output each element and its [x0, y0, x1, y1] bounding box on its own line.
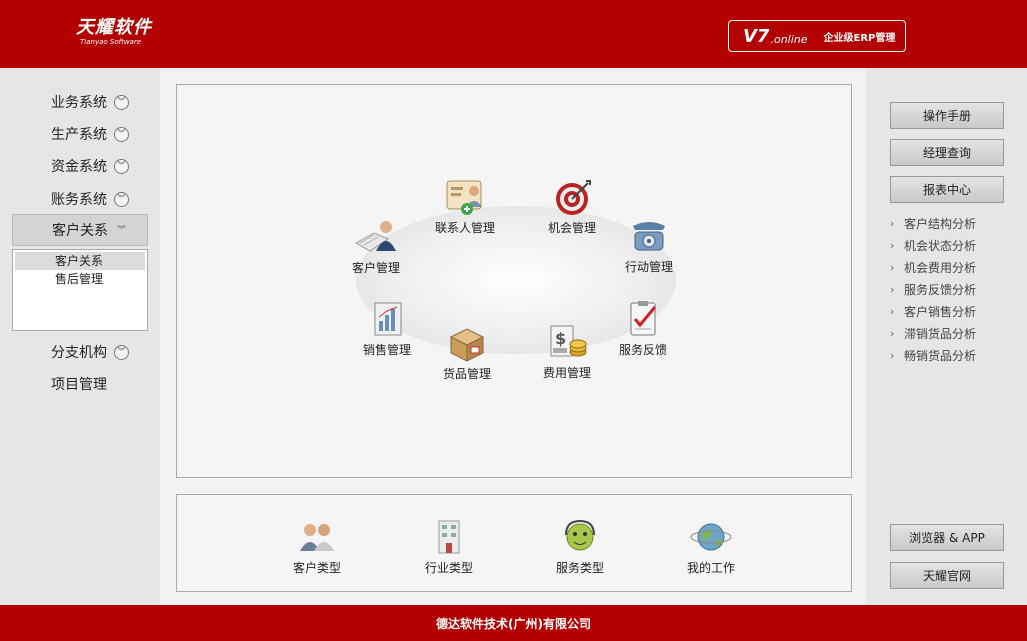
report-link-label: 畅销货品分析 [904, 349, 977, 363]
module-label: 销售管理 [363, 343, 412, 357]
right-sidebar: 操作手册 经理查询 报表中心 › 客户结构分析 › 机会状态分析 › 机会费用分… [866, 68, 1027, 605]
nav-item-production[interactable]: 生产系统 ︾ [12, 119, 148, 149]
module-sales[interactable]: 销售管理 [363, 299, 411, 358]
crm-submenu: 客户关系 售后管理 [12, 249, 148, 331]
module-customer-types[interactable]: 客户类型 [293, 517, 341, 576]
chevron-right-icon: › [890, 239, 895, 252]
chevron-right-icon: › [890, 327, 895, 340]
module-opportunities[interactable]: 机会管理 [548, 177, 596, 236]
module-label: 机会管理 [548, 221, 597, 235]
customer-icon [354, 221, 396, 252]
module-actions[interactable]: 行动管理 [625, 216, 673, 275]
report-link-customer-sales[interactable]: › 客户销售分析 [890, 303, 976, 320]
module-expenses[interactable]: $ 费用管理 [543, 322, 591, 381]
chevron-down-icon: ︾ [114, 158, 129, 174]
target-icon [556, 180, 591, 215]
nav-item-branches[interactable]: 分支机构 ︾ [12, 337, 148, 367]
nav-item-label: 业务系统 [51, 95, 107, 111]
nav-item-business[interactable]: 业务系统 ︾ [12, 87, 148, 117]
report-link-label: 滞销货品分析 [904, 327, 977, 341]
chevron-down-icon: ︾ [114, 191, 129, 207]
nav-item-projects[interactable]: 项目管理 [12, 369, 148, 399]
telephone-icon [633, 222, 665, 251]
module-workspace: 联系人管理 机会管理 客户管理 行动管理 销售管理 服务反馈 货品管理 $ 费用… [176, 84, 852, 478]
edition-label: 企业级ERP管理 [823, 32, 896, 44]
chevron-down-icon: ︾ [114, 126, 129, 142]
module-label: 我的工作 [687, 561, 736, 575]
app-header: 天耀软件 Tianyao Software V7 .online 企业级ERP管… [0, 0, 1027, 68]
contact-card-icon [446, 180, 482, 215]
module-label: 服务类型 [556, 561, 605, 575]
module-industry-types[interactable]: 行业类型 [425, 517, 473, 576]
report-link-opportunity-status[interactable]: › 机会状态分析 [890, 237, 976, 254]
nav-item-label: 客户关系 [52, 223, 108, 239]
footer-bar: 德达软件技术(广州)有限公司 [0, 605, 1027, 641]
manager-query-button[interactable]: 经理查询 [890, 139, 1004, 166]
money-coins-icon: $ [550, 325, 587, 357]
chevron-right-icon: › [890, 283, 895, 296]
report-link-label: 服务反馈分析 [904, 283, 977, 297]
chevron-up-icon: ︾ [117, 225, 126, 234]
module-service-types[interactable]: 服务类型 [556, 517, 604, 576]
module-label: 行动管理 [625, 260, 674, 274]
chevron-right-icon: › [890, 349, 895, 362]
report-link-best-selling-goods[interactable]: › 畅销货品分析 [890, 347, 976, 364]
version-badge: V7 .online 企业级ERP管理 [728, 20, 906, 52]
module-customers[interactable]: 客户管理 [352, 217, 400, 276]
module-label: 联系人管理 [435, 221, 496, 235]
logo-chinese-name: 天耀软件 [76, 17, 152, 38]
nav-item-label: 账务系统 [51, 192, 107, 208]
nav-item-funds[interactable]: 资金系统 ︾ [12, 151, 148, 181]
quick-links-panel: 客户类型 行业类型 服务类型 我的工作 [176, 494, 852, 592]
people-icon [300, 524, 334, 551]
operation-manual-button[interactable]: 操作手册 [890, 102, 1004, 129]
report-link-label: 客户销售分析 [904, 305, 977, 319]
report-link-customer-structure[interactable]: › 客户结构分析 [890, 215, 976, 232]
module-label: 行业类型 [425, 561, 474, 575]
module-label: 费用管理 [543, 366, 592, 380]
report-center-button[interactable]: 报表中心 [890, 176, 1004, 203]
module-my-work[interactable]: 我的工作 [687, 517, 735, 576]
clipboard-check-icon [630, 301, 657, 336]
sales-chart-icon [374, 302, 402, 336]
report-link-label: 机会状态分析 [904, 239, 977, 253]
nav-item-label: 分支机构 [51, 345, 107, 361]
module-label: 客户管理 [352, 261, 401, 275]
submenu-item-crm[interactable]: 客户关系 [15, 252, 145, 270]
browser-app-button[interactable]: 浏览器 & APP [890, 524, 1004, 551]
module-label: 客户类型 [293, 561, 342, 575]
report-link-label: 客户结构分析 [904, 217, 977, 231]
service-icon [565, 519, 595, 551]
logo-english-name: Tianyao Software [80, 38, 142, 46]
nav-item-crm[interactable]: 客户关系 ︾ [12, 214, 148, 246]
version-number: V7 [743, 25, 770, 47]
nav-item-label: 生产系统 [51, 127, 107, 143]
official-site-button[interactable]: 天耀官网 [890, 562, 1004, 589]
version-suffix: .online [770, 32, 808, 46]
goods-box-icon [449, 328, 485, 362]
chevron-right-icon: › [890, 261, 895, 274]
nav-item-label: 资金系统 [51, 159, 107, 175]
chevron-right-icon: › [890, 305, 895, 318]
module-label: 服务反馈 [619, 343, 668, 357]
chevron-down-icon: ︾ [114, 94, 129, 110]
module-label: 货品管理 [443, 367, 492, 381]
globe-icon [690, 523, 732, 551]
industry-icon [438, 520, 460, 554]
report-link-slow-moving-goods[interactable]: › 滞销货品分析 [890, 325, 976, 342]
chevron-down-icon: ︾ [114, 344, 129, 360]
module-goods[interactable]: 货品管理 [443, 323, 491, 382]
chevron-right-icon: › [890, 217, 895, 230]
module-contacts[interactable]: 联系人管理 [435, 177, 495, 236]
report-link-label: 机会费用分析 [904, 261, 977, 275]
svg-text:$: $ [555, 329, 566, 348]
nav-item-accounting[interactable]: 账务系统 ︾ [12, 184, 148, 214]
footer-company-name: 德达软件技术(广州)有限公司 [436, 616, 591, 631]
report-link-opportunity-cost[interactable]: › 机会费用分析 [890, 259, 976, 276]
nav-item-label: 项目管理 [51, 377, 107, 393]
submenu-item-after-sales[interactable]: 售后管理 [13, 270, 147, 288]
report-link-service-feedback[interactable]: › 服务反馈分析 [890, 281, 976, 298]
module-service-feedback[interactable]: 服务反馈 [619, 299, 667, 358]
company-logo[interactable]: 天耀软件 Tianyao Software [76, 18, 152, 47]
